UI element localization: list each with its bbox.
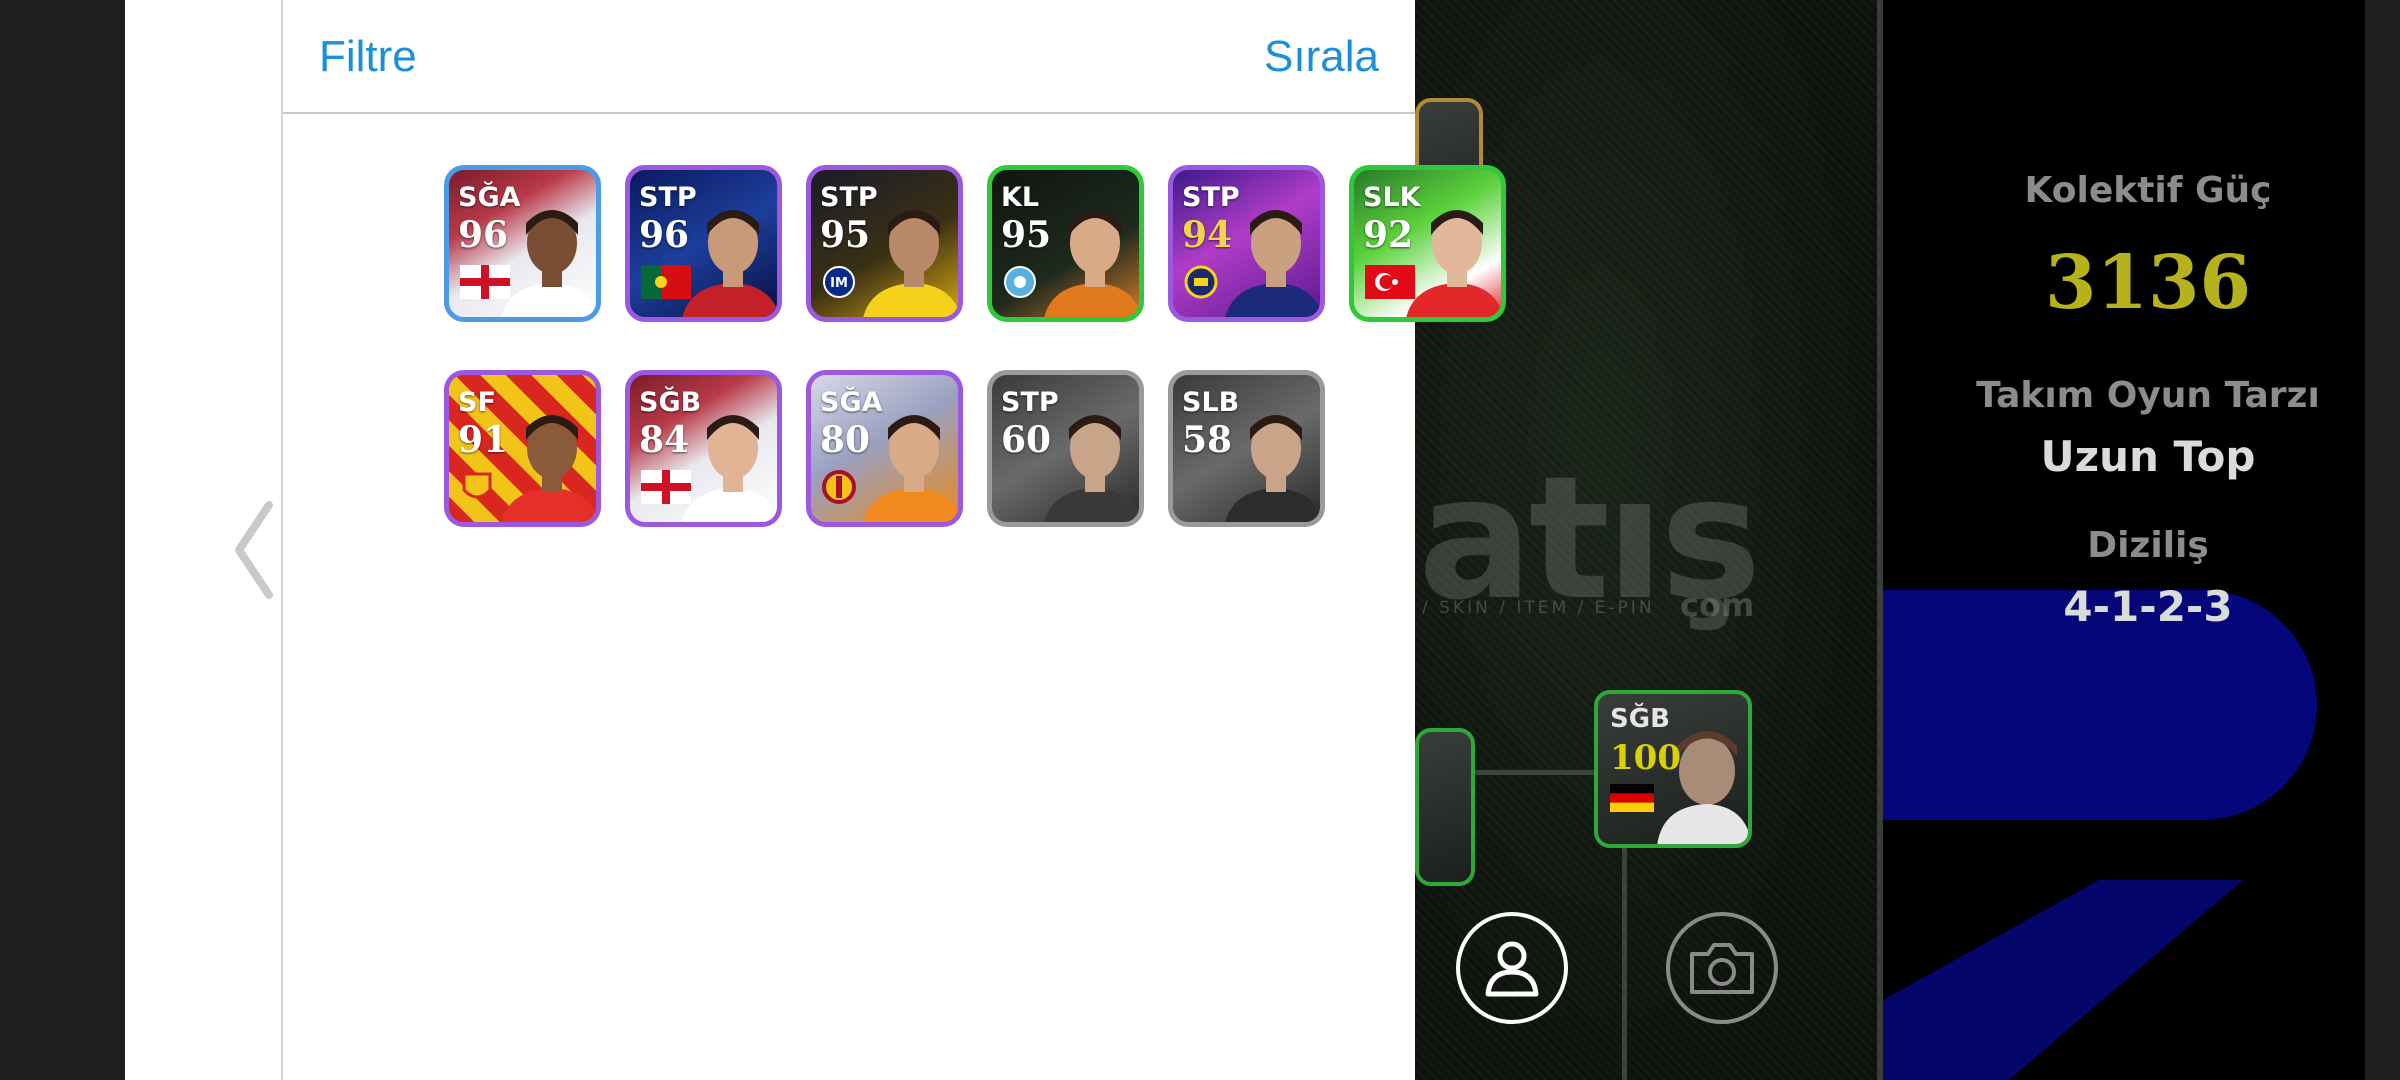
player-position: SĞA xyxy=(458,182,521,213)
sort-button[interactable]: Sırala xyxy=(1264,32,1379,82)
player-position: SĞA xyxy=(820,387,883,418)
formation-label: Diziliş xyxy=(2087,525,2209,566)
player-rating: 58 xyxy=(1182,419,1233,461)
collective-power-label: Kolektif Güç xyxy=(2024,170,2272,211)
player-rating: 94 xyxy=(1182,214,1233,256)
player-portrait-icon xyxy=(1044,210,1139,317)
player-position: SF xyxy=(458,387,496,418)
player-card[interactable]: SF 91 xyxy=(444,370,601,527)
player-position: STP xyxy=(1182,182,1240,213)
player-position: SLK xyxy=(1363,182,1421,213)
player-card[interactable]: STP 96 xyxy=(625,165,782,322)
background-left xyxy=(0,0,125,1080)
turkey-flag-icon xyxy=(1365,265,1415,299)
modal-side-gutter xyxy=(125,0,283,1080)
player-card-grid: SĞA 96 STP 96 STP 95 IM KL 95 STP 94 SLK 92 SF 91 SĞB 84… xyxy=(444,165,1506,527)
watermark-subtext: / SKIN / ITEM / E-PIN xyxy=(1422,598,1655,618)
player-portrait-icon xyxy=(501,415,596,522)
player-rating: 95 xyxy=(1001,214,1052,256)
player-card[interactable]: SĞA 96 xyxy=(444,165,601,322)
germany-flag-icon xyxy=(1610,784,1654,812)
pitch-line xyxy=(1622,825,1627,1080)
pitch-card-position: SĞB xyxy=(1610,704,1670,734)
player-card[interactable]: SĞB 84 xyxy=(625,370,782,527)
england-flag-icon xyxy=(460,265,510,299)
player-card[interactable]: SLK 92 xyxy=(1349,165,1506,322)
player-rating: 80 xyxy=(820,419,871,461)
player-card[interactable]: SĞA 80 xyxy=(806,370,963,527)
playstyle-label: Takım Oyun Tarzı xyxy=(1976,375,2320,416)
player-card[interactable]: STP 60 xyxy=(987,370,1144,527)
pitch-line xyxy=(1460,770,1600,775)
player-position: SĞB xyxy=(639,387,702,418)
portugal-flag-icon xyxy=(641,265,691,299)
player-position: SLB xyxy=(1182,387,1240,418)
player-rating: 96 xyxy=(458,214,509,256)
club-crest-icon xyxy=(1004,266,1036,298)
chevron-left-icon[interactable] xyxy=(225,495,285,605)
galatasaray-crest-icon xyxy=(822,470,856,504)
player-portrait-icon xyxy=(1657,731,1748,844)
player-card[interactable]: KL 95 xyxy=(987,165,1144,322)
playstyle-value: Uzun Top xyxy=(2040,432,2256,481)
player-rating: 60 xyxy=(1001,419,1052,461)
pitch-player-card-partial[interactable] xyxy=(1415,728,1475,886)
svg-text:IM: IM xyxy=(830,276,848,291)
player-position: STP xyxy=(639,182,697,213)
player-rating: 84 xyxy=(639,419,690,461)
player-position: STP xyxy=(820,182,878,213)
player-list-modal: Filtre Sırala SĞA 96 STP 96 STP 95 IM KL 95 STP 94… xyxy=(125,0,1506,1080)
player-position: KL xyxy=(1001,182,1040,213)
player-card[interactable]: SLB 58 xyxy=(1168,370,1325,527)
player-card[interactable]: STP 94 xyxy=(1168,165,1325,322)
camera-icon xyxy=(1690,943,1754,994)
player-card[interactable]: STP 95 IM xyxy=(806,165,963,322)
modal-header: Filtre Sırala xyxy=(283,0,1415,114)
player-rating: 96 xyxy=(639,214,690,256)
formation-value: 4-1-2-3 xyxy=(2063,582,2233,631)
england-flag-icon xyxy=(641,470,691,504)
profile-button[interactable] xyxy=(1456,912,1568,1024)
watermark-domain: com xyxy=(1680,586,1755,624)
camera-button[interactable] xyxy=(1666,912,1778,1024)
inter-crest-icon: IM xyxy=(823,266,855,298)
player-rating: 92 xyxy=(1363,214,1414,256)
collective-power-value: 3136 xyxy=(2045,240,2251,326)
pitch-player-card[interactable]: SĞB 100 xyxy=(1594,690,1752,848)
person-icon xyxy=(1485,941,1539,997)
fenerbahce-crest-icon xyxy=(1184,265,1218,299)
player-position: STP xyxy=(1001,387,1059,418)
pitch-card-rating: 100 xyxy=(1610,738,1681,778)
player-rating: 95 xyxy=(820,214,871,256)
filter-button[interactable]: Filtre xyxy=(319,32,417,82)
goztepe-crest-icon xyxy=(462,472,492,499)
player-rating: 91 xyxy=(458,419,509,461)
